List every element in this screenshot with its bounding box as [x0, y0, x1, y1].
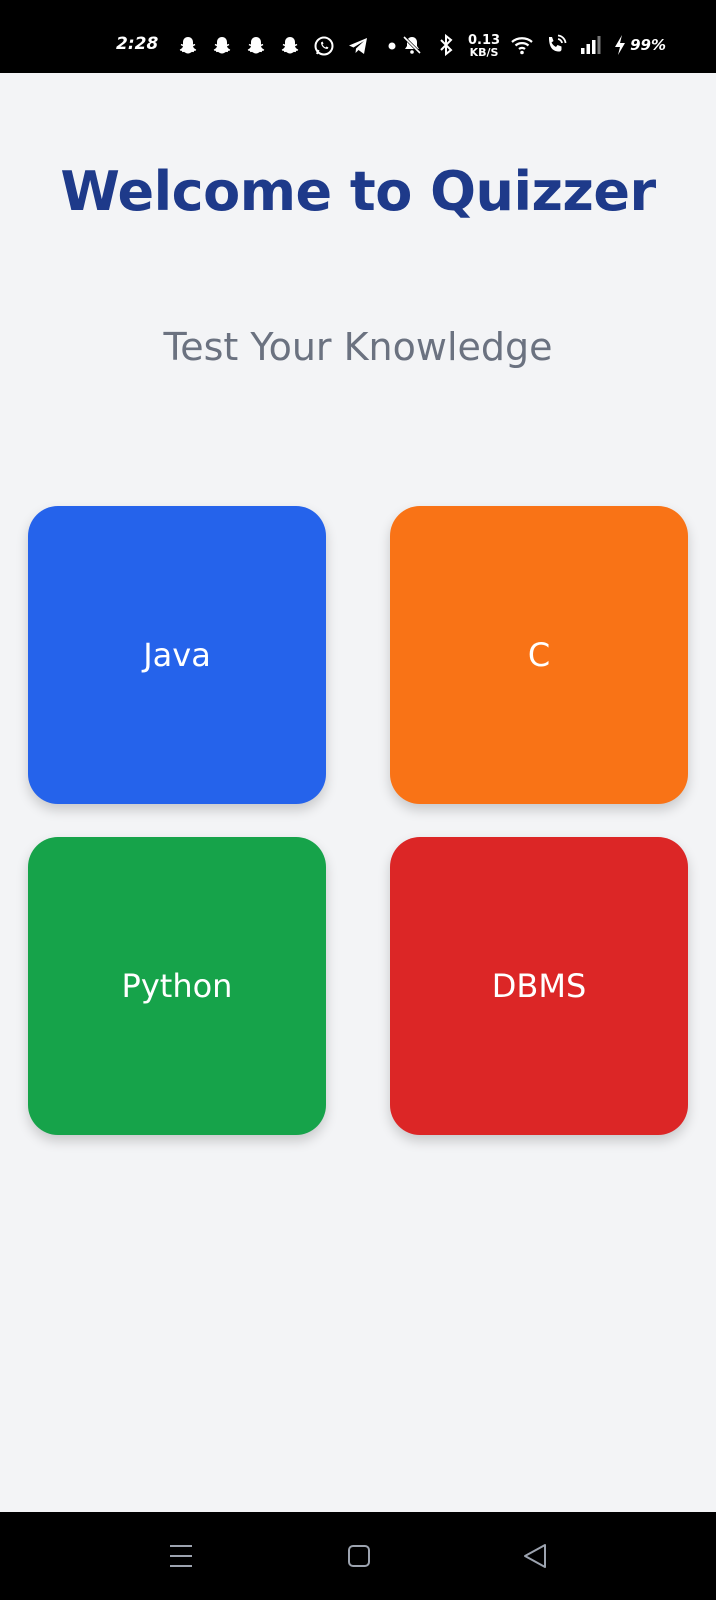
status-time: 2:28	[116, 34, 159, 54]
system-icons: 0.13 KB/S 99%	[400, 32, 666, 58]
quiz-card-label: C	[527, 636, 551, 674]
network-speed: 0.13 KB/S	[468, 34, 500, 58]
quiz-card-label: DBMS	[491, 967, 587, 1005]
bluetooth-icon	[434, 33, 458, 57]
menu-icon	[170, 1545, 192, 1567]
status-bar: 2:28 0.13 KB/S 99%	[0, 0, 716, 73]
quiz-card-python[interactable]: Python	[28, 837, 326, 1135]
snapchat-icon	[210, 34, 234, 58]
network-speed-unit: KB/S	[469, 46, 499, 59]
home-button[interactable]	[337, 1534, 381, 1578]
snapchat-icon	[176, 34, 200, 58]
battery-percentage: 99%	[630, 36, 666, 54]
mute-icon	[400, 33, 424, 57]
battery-status: 99%	[612, 33, 666, 57]
quiz-card-java[interactable]: Java	[28, 506, 326, 804]
page-title: Welcome to Quizzer	[60, 160, 656, 223]
wifi-icon	[510, 33, 534, 57]
notification-icons	[176, 34, 404, 58]
back-icon	[524, 1544, 546, 1568]
quiz-card-dbms[interactable]: DBMS	[390, 837, 688, 1135]
telegram-icon	[346, 34, 370, 58]
back-button[interactable]	[513, 1534, 557, 1578]
signal-icon	[578, 33, 602, 57]
whatsapp-icon	[312, 34, 336, 58]
recent-apps-button[interactable]	[159, 1534, 203, 1578]
quiz-card-label: Java	[143, 636, 211, 674]
page-subtitle: Test Your Knowledge	[163, 325, 553, 369]
home-icon	[348, 1545, 370, 1567]
quiz-card-c[interactable]: C	[390, 506, 688, 804]
navigation-bar	[0, 1512, 716, 1600]
wifi-call-icon	[544, 33, 568, 57]
quiz-card-label: Python	[121, 967, 233, 1005]
snapchat-icon	[278, 34, 302, 58]
snapchat-icon	[244, 34, 268, 58]
charging-icon	[612, 33, 628, 57]
